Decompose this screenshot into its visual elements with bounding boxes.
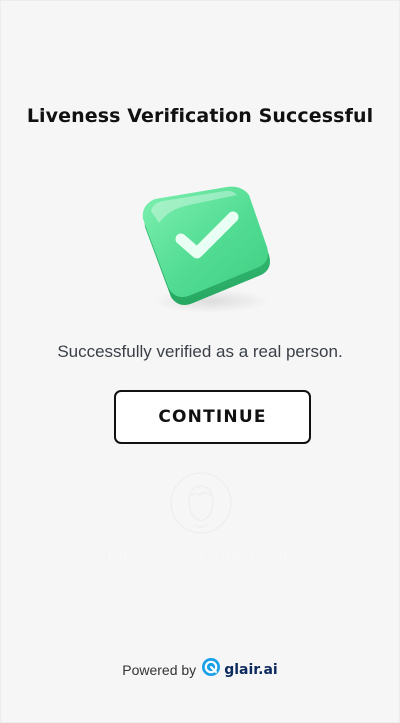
success-message: Successfully verified as a real person. [57, 342, 343, 361]
face-outline-icon [169, 471, 233, 535]
page-title: Liveness Verification Successful [26, 105, 374, 127]
powered-by-footer: Powered by glair.ai [1, 657, 399, 682]
powered-by-label: Powered by [122, 661, 197, 678]
brand-name: glair.ai [224, 661, 278, 678]
glair-logo-icon [201, 657, 221, 682]
brand-logo: glair.ai [201, 657, 278, 682]
verification-screen: Liveness Verification Successful Success… [0, 0, 400, 723]
continue-button[interactable]: CONTINUE [114, 390, 311, 444]
background-instruction-text: Please open your mouth [107, 548, 293, 567]
checkmark-badge-icon [129, 177, 279, 317]
